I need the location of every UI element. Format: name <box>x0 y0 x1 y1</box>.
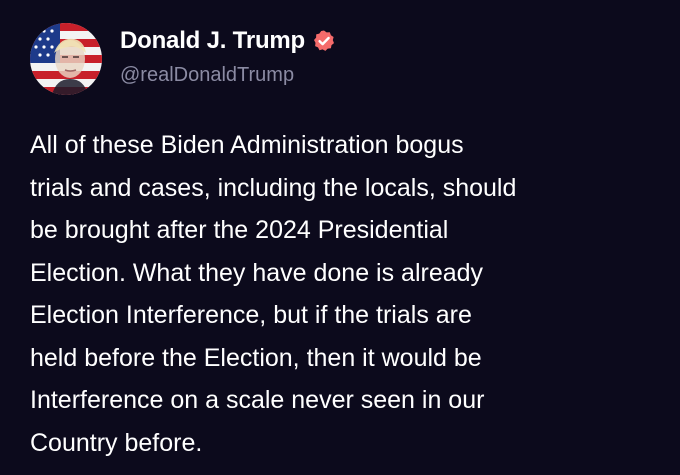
post-text-line: All of these Biden Administration bogus <box>30 131 464 159</box>
author-handle[interactable]: @realDonaldTrump <box>120 64 294 87</box>
verified-badge-icon <box>312 29 336 53</box>
post-text-line: Interference on a scale never seen in ou… <box>30 386 485 414</box>
avatar-flag-portrait-icon <box>30 23 102 95</box>
post-text-line: Election Interference, but if the trials… <box>30 301 472 329</box>
author-name-row[interactable]: Donald J. Trump <box>120 27 336 55</box>
post-text-line: be brought after the 2024 Presidential <box>30 216 449 244</box>
author-display-name[interactable]: Donald J. Trump <box>120 27 305 55</box>
avatar[interactable] <box>30 23 102 95</box>
post-body: All of these Biden Administration bogus … <box>30 124 660 464</box>
post-text-line: trials and cases, including the locals, … <box>30 173 517 202</box>
post-text-line: Country before. <box>30 428 203 457</box>
post-card: Donald J. Trump @realDonaldTrump All of … <box>0 0 680 475</box>
post-text-line: held before the Election, then it would … <box>30 343 482 372</box>
post-text-line: Election. What they have done is already <box>30 258 484 287</box>
